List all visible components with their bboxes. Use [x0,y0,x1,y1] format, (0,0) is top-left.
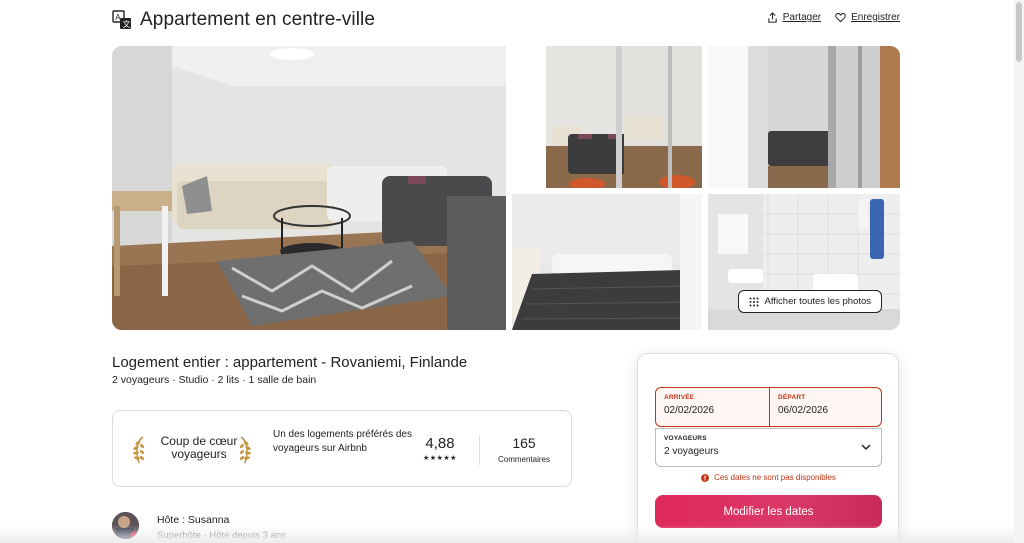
guests-selector[interactable]: VOYAGEURS 2 voyageurs [655,428,882,467]
checkout-label: DÉPART [778,394,806,401]
availability-warning-text: Ces dates ne sont pas disponibles [714,473,836,482]
reviews-count: 165 [512,435,536,451]
checkin-value: 02/02/2026 [664,405,715,416]
guests-value: 2 voyageurs [664,446,719,457]
scrollbar-thumb[interactable] [1016,2,1022,62]
save-label: Enregistrer [851,12,900,23]
share-icon [768,12,777,23]
photo-main-living-room[interactable] [112,46,506,330]
guest-favorite-description: Un des logements préférés des voyageurs … [273,429,412,454]
date-picker[interactable]: ARRIVÉE 02/02/2026 DÉPART 06/02/2026 [655,387,882,427]
error-icon [701,473,710,482]
reviews-label: Commentaires [497,455,550,464]
save-button[interactable]: Enregistrer [835,12,900,23]
heart-icon [835,13,846,23]
title-row: A 文 Appartement en centre-ville Partager… [112,6,900,34]
photo-bed[interactable] [512,194,702,330]
reviews-block[interactable]: 165 Commentaires [488,435,560,464]
laurel-left-icon [133,436,145,464]
photo-gallery: Afficher toutes les photos [112,46,900,330]
grid-icon [749,297,758,306]
listing-subtitle: 2 voyageurs · Studio · 2 lits · 1 salle … [112,374,317,386]
checkout-field[interactable]: DÉPART 06/02/2026 [770,388,882,426]
listing-title: Logement entier : appartement - Rovaniem… [112,354,468,371]
guest-favorite-card[interactable]: Coup de cœur voyageurs Un des logements … [112,410,572,487]
chevron-down-icon [861,444,871,451]
photo-bedroom-mirror[interactable] [512,46,702,188]
laurel-right-icon [239,436,251,464]
checkout-value: 06/02/2026 [778,405,829,416]
host-avatar[interactable] [112,512,139,539]
page-title: Appartement en centre-ville [140,9,376,30]
show-all-photos-button[interactable]: Afficher toutes les photos [737,290,882,313]
rating-value: 4,88 [425,435,455,452]
scrollbar[interactable] [1014,0,1024,543]
checkin-label: ARRIVÉE [664,394,695,401]
svg-text:文: 文 [123,19,131,29]
change-dates-button[interactable]: Modifier les dates [655,495,882,528]
divider [479,435,480,465]
booking-card: ARRIVÉE 02/02/2026 DÉPART 06/02/2026 VOY… [637,353,899,543]
host-details: Superhôte · Hôte depuis 3 ans [157,530,286,541]
guests-label: VOYAGEURS [664,435,707,442]
availability-warning: Ces dates ne sont pas disponibles [655,473,882,482]
guest-favorite-label: Coup de cœur voyageurs [160,434,238,461]
rating-block: 4,88 ★★★★★ [415,435,465,462]
header-actions: Partager Enregistrer [767,12,900,23]
share-button[interactable]: Partager [767,12,821,23]
share-label: Partager [782,12,822,23]
checkin-field[interactable]: ARRIVÉE 02/02/2026 [656,388,769,426]
translate-icon[interactable]: A 文 [112,10,132,30]
rating-stars: ★★★★★ [423,455,457,462]
host-name: Hôte : Susanna [157,514,230,526]
photo-wardrobe[interactable] [708,46,900,188]
show-all-photos-label: Afficher toutes les photos [764,296,872,307]
